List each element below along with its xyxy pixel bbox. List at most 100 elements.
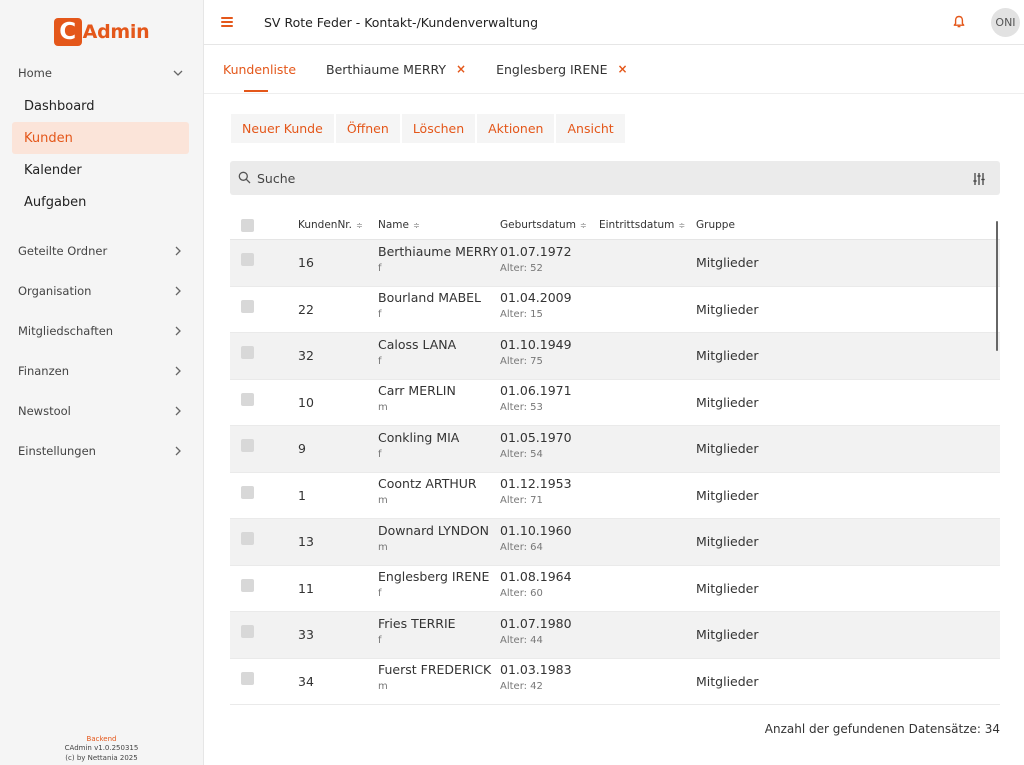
filter-settings-icon[interactable]: [972, 171, 986, 185]
tab-0[interactable]: Kundenliste: [223, 62, 296, 77]
row-checkbox[interactable]: [241, 485, 254, 499]
cell-age: Alter: 64: [500, 541, 543, 553]
avatar[interactable]: ONI: [991, 8, 1020, 37]
table-row[interactable]: 32 Caloss LANA f 01.10.1949 Alter: 75 Mitglie…: [230, 333, 1000, 380]
topbar: SV Rote Feder - Kontakt-/Kundenverwaltun…: [204, 0, 1024, 45]
tab-2[interactable]: Englesberg IRENE ×: [496, 62, 627, 77]
nav-group-mitgliedschaften[interactable]: Mitgliedschaften: [0, 311, 203, 351]
sidebar-item-aufgaben[interactable]: Aufgaben: [12, 186, 189, 218]
cell-nr: 13: [298, 534, 314, 550]
table-row[interactable]: 1 Coontz ARTHUR m 01.12.1953 Alter: 71 Mitgli…: [230, 473, 1000, 519]
cell-nr: 33: [298, 627, 314, 643]
cell-name: Downard LYNDON: [378, 522, 490, 538]
sidebar-item-dashboard[interactable]: Dashboard: [12, 90, 189, 122]
select-all-checkbox[interactable]: [241, 218, 254, 232]
nav-group-geteilte-ordner[interactable]: Geteilte Ordner: [0, 231, 203, 271]
cell-group: Mitglieder: [696, 487, 759, 503]
row-checkbox[interactable]: [241, 392, 254, 406]
table-row[interactable]: 13 Downard LYNDON m 01.10.1960 Alter: 64 Mitg…: [230, 519, 1000, 566]
cell-nr: 1: [298, 487, 306, 503]
nav-group-newstool[interactable]: Newstool: [0, 391, 203, 431]
row-checkbox[interactable]: [241, 346, 254, 360]
sidebar: C Admin Home Dashboard Kunden Kalender Aufg…: [0, 0, 204, 765]
table-scrollbar[interactable]: [996, 221, 998, 351]
header-birth[interactable]: Geburtsdatum ≑: [500, 219, 599, 231]
hamburger-menu-icon[interactable]: [221, 17, 233, 27]
table-header: KundenNr. ≑ Name ≑ Geburtsdatum ≑ Eintritts…: [230, 211, 1000, 240]
cell-name: Fries TERRIE: [378, 615, 456, 631]
cell-nr: 34: [298, 673, 314, 689]
cell-sex: m: [378, 402, 388, 414]
table-row[interactable]: 22 Bourland MABEL f 01.04.2009 Alter: 15 Mitg…: [230, 287, 1000, 333]
footer-version: CAdmin v1.0.250315: [64, 744, 139, 752]
close-icon[interactable]: ×: [456, 62, 466, 76]
cell-group: Mitglieder: [696, 673, 759, 689]
table-row[interactable]: 9 Conkling MIA f 01.05.1970 Alter: 54 Mitglie…: [230, 426, 1000, 473]
cell-birth: 01.04.2009: [500, 290, 572, 306]
row-checkbox[interactable]: [241, 671, 254, 685]
sort-icon: ≑: [356, 221, 363, 230]
row-checkbox[interactable]: [241, 532, 254, 546]
chevron-right-icon: [173, 326, 183, 336]
nav-group-label: Einstellungen: [18, 444, 96, 458]
header-group[interactable]: Gruppe: [696, 219, 1000, 231]
cell-name: Carr MERLIN: [378, 383, 456, 399]
toolbar-button-4[interactable]: Ansicht: [556, 114, 625, 143]
nav-group-organisation[interactable]: Organisation: [0, 271, 203, 311]
cell-birth: 01.10.1960: [500, 522, 572, 538]
toolbar-button-0[interactable]: Neuer Kunde: [231, 114, 334, 143]
table-row[interactable]: 34 Fuerst FREDERICK m 01.03.1983 Alter: 42 Mi…: [230, 659, 1000, 705]
table-row[interactable]: 10 Carr MERLIN m 01.06.1971 Alter: 53 Mitglie…: [230, 380, 1000, 426]
logo[interactable]: C Admin: [0, 0, 203, 63]
cell-birth: 01.08.1964: [500, 569, 572, 585]
cell-name: Fuerst FREDERICK: [378, 662, 492, 678]
cell-age: Alter: 52: [500, 262, 543, 274]
tab-label: Englesberg IRENE: [496, 61, 608, 77]
footer-backend: Backend: [86, 734, 117, 743]
row-checkbox[interactable]: [241, 253, 254, 267]
cell-sex: f: [378, 355, 382, 367]
toolbar-button-2[interactable]: Löschen: [401, 114, 476, 143]
table-row[interactable]: 33 Fries TERRIE f 01.07.1980 Alter: 44 Mitgli…: [230, 612, 1000, 659]
nav-group-label: Home: [18, 66, 52, 80]
tab-1[interactable]: Berthiaume MERRY ×: [326, 62, 466, 77]
nav-group-label: Newstool: [18, 404, 71, 418]
row-checkbox[interactable]: [241, 578, 254, 592]
table-row[interactable]: 16 Berthiaume MERRY f 01.07.1972 Alter: 52 Mi…: [230, 240, 1000, 287]
cell-sex: f: [378, 309, 382, 321]
row-checkbox[interactable]: [241, 439, 254, 453]
cell-age: Alter: 42: [500, 681, 543, 693]
tab-label: Kundenliste: [223, 61, 297, 77]
toolbar-button-3[interactable]: Aktionen: [477, 114, 555, 143]
sidebar-item-kunden[interactable]: Kunden: [12, 122, 189, 154]
cell-nr: 22: [298, 301, 314, 317]
sort-icon: ≑: [579, 221, 587, 230]
logo-text: Admin: [82, 20, 150, 43]
row-checkbox[interactable]: [241, 625, 254, 639]
header-nr[interactable]: KundenNr. ≑: [298, 219, 378, 231]
nav-group-finanzen[interactable]: Finanzen: [0, 351, 203, 391]
header-entry[interactable]: Eintrittsdatum ≑: [599, 219, 696, 231]
cell-age: Alter: 71: [500, 495, 543, 507]
nav-group-home[interactable]: Home: [0, 63, 203, 83]
nav-group-einstellungen[interactable]: Einstellungen: [0, 431, 203, 471]
cell-name: Caloss LANA: [378, 336, 457, 352]
cell-birth: 01.07.1972: [500, 243, 572, 259]
sidebar-footer: Backend CAdmin v1.0.250315 (c) by Nettan…: [0, 735, 203, 765]
search-input[interactable]: [257, 170, 857, 186]
cell-birth: 01.07.1980: [500, 615, 572, 631]
close-icon[interactable]: ×: [618, 62, 628, 76]
bell-icon[interactable]: [951, 14, 967, 30]
sidebar-item-kalender[interactable]: Kalender: [12, 154, 189, 186]
chevron-right-icon: [173, 446, 183, 456]
cell-sex: f: [378, 262, 382, 274]
cell-group: Mitglieder: [696, 394, 759, 410]
toolbar-button-1[interactable]: Öffnen: [335, 114, 400, 143]
toolbar: Neuer Kunde Öffnen Löschen Aktionen Ansicht: [231, 114, 627, 143]
nav-group-label: Organisation: [18, 284, 92, 298]
header-name[interactable]: Name ≑: [378, 219, 500, 231]
cell-group: Mitglieder: [696, 580, 759, 596]
main-area: SV Rote Feder - Kontakt-/Kundenverwaltun…: [204, 0, 1024, 765]
table-row[interactable]: 11 Englesberg IRENE f 01.08.1964 Alter: 60 Mi…: [230, 566, 1000, 612]
row-checkbox[interactable]: [241, 299, 254, 313]
